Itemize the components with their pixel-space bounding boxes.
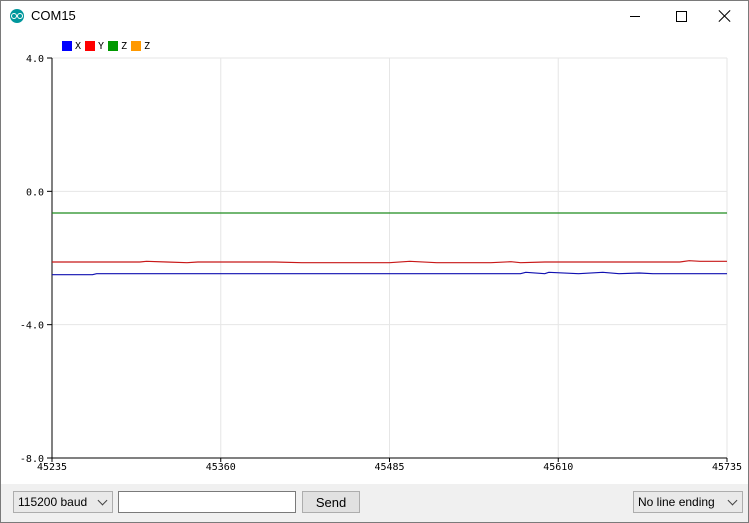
- maximize-button[interactable]: [658, 1, 704, 31]
- minimize-button[interactable]: [612, 1, 658, 31]
- minimize-icon: [630, 15, 640, 17]
- grid: [51, 57, 728, 459]
- close-icon: [719, 10, 731, 22]
- legend-label: X: [75, 41, 81, 52]
- x-tick-label: 45610: [543, 462, 573, 473]
- legend-label: Z: [144, 41, 150, 52]
- y-tick-label: -4.0: [20, 321, 44, 332]
- x-tick-label: 45235: [37, 462, 67, 473]
- baud-rate-select[interactable]: 115200 baud: [13, 491, 113, 513]
- line-ending-value: No line ending: [638, 495, 715, 509]
- bottom-toolbar: 115200 baud Send No line ending: [1, 484, 748, 522]
- window-title: COM15: [31, 8, 76, 23]
- x-tick-label: 45735: [712, 462, 742, 473]
- tick-labels: 4.00.0-4.0-8.045235 45360 45485 45610 45735: [20, 54, 742, 473]
- close-button[interactable]: [702, 1, 748, 31]
- title-bar[interactable]: COM15: [1, 1, 748, 31]
- line-ending-select[interactable]: No line ending: [633, 491, 743, 513]
- y-tick-label: 4.0: [26, 54, 44, 65]
- send-button[interactable]: Send: [302, 491, 360, 513]
- plot-area: 4.0 0.0 -4.0 -8.0 45235 45360 45485 45610 45735 …: [1, 31, 748, 483]
- serial-plotter-window: COM15 4.0 0.0 -4.0 -8.0 45235 45360 45485 45610…: [0, 0, 749, 523]
- chevron-down-icon: [97, 495, 108, 506]
- legend-swatch: [62, 41, 72, 51]
- chevron-down-icon: [727, 495, 738, 506]
- y-tick-label: 0.0: [26, 187, 44, 198]
- baud-rate-value: 115200 baud: [18, 495, 88, 509]
- maximize-icon: [675, 10, 687, 22]
- legend-swatch: [131, 41, 141, 51]
- arduino-logo-icon: [10, 9, 24, 23]
- x-tick-label: 45485: [374, 462, 404, 473]
- legend-label: Z: [121, 41, 127, 52]
- legend-label: Y: [98, 41, 104, 52]
- serial-plot: 4.00.0-4.0-8.045235 45360 45485 45610 45735 …: [20, 41, 742, 473]
- legend: XYZZ: [62, 41, 150, 52]
- send-input[interactable]: [118, 491, 296, 513]
- legend-swatch: [108, 41, 118, 51]
- legend-swatch: [85, 41, 95, 51]
- x-tick-label: 45360: [206, 462, 236, 473]
